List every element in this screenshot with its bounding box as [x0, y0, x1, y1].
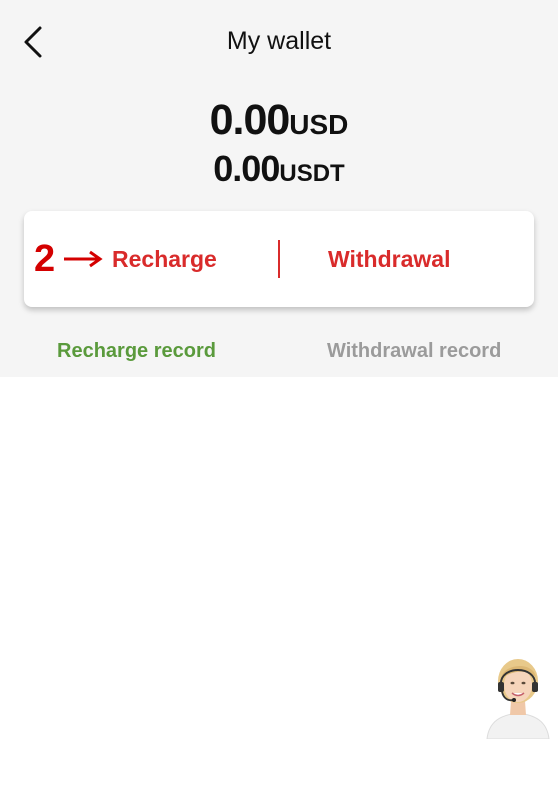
usdt-balance: 0.00USDT: [0, 148, 558, 190]
customer-support-button[interactable]: [483, 655, 553, 740]
tab-recharge-record[interactable]: Recharge record: [57, 338, 216, 364]
tab-withdrawal-record[interactable]: Withdrawal record: [327, 338, 501, 364]
header-bar: My wallet: [0, 0, 558, 82]
page-title: My wallet: [226, 27, 332, 55]
usd-balance-unit: USD: [289, 109, 349, 140]
withdrawal-button-label: Withdrawal: [328, 246, 451, 272]
usdt-balance-unit: USDT: [279, 160, 345, 187]
customer-support-avatar-icon: [486, 659, 550, 740]
step-number: 2: [34, 238, 56, 280]
recharge-button[interactable]: 2 Recharge: [24, 211, 278, 307]
usdt-balance-amount: 0.00: [213, 148, 280, 189]
wallet-action-card: 2 Recharge Withdrawal: [24, 211, 534, 307]
usd-balance-amount: 0.00: [209, 96, 291, 144]
recharge-button-label: Recharge: [112, 246, 217, 272]
withdrawal-button[interactable]: Withdrawal: [280, 211, 534, 307]
right-arrow-icon: [64, 250, 103, 268]
usd-balance: 0.00USD: [0, 96, 558, 145]
